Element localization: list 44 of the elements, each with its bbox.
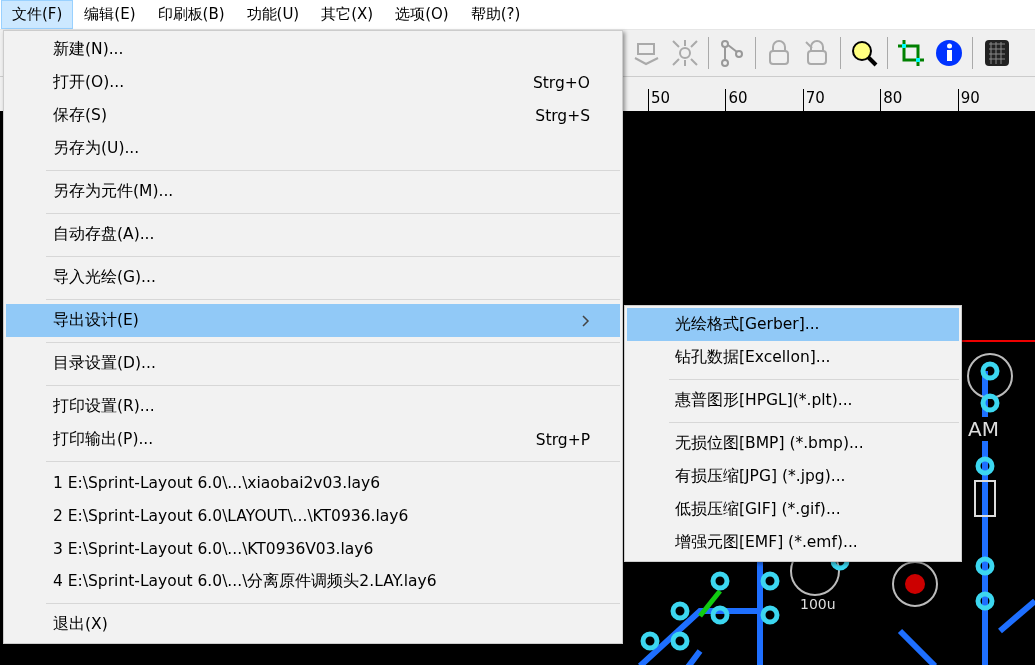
ruler-label: 60: [725, 89, 803, 111]
menu-item[interactable]: 4 E:\Sprint-Layout 6.0\...\分离原件调频头2.LAY.lay6: [6, 565, 620, 598]
ruler-label: 70: [802, 89, 881, 111]
menu-tab[interactable]: 印刷板(B): [146, 0, 236, 29]
ruler-label: 80: [880, 89, 958, 111]
crop-icon[interactable]: [896, 38, 926, 68]
pcb-label: AM: [968, 417, 999, 441]
menu-item[interactable]: 1 E:\Sprint-Layout 6.0\...\xiaobai2v03.lay6: [6, 466, 620, 499]
menu-item[interactable]: 光绘格式[Gerber]...: [627, 308, 959, 341]
menu-item[interactable]: 新建(N)...: [6, 33, 620, 66]
menu-item[interactable]: 打印输出(P)... Strg+P: [6, 423, 620, 456]
shortcut-label: Strg+P: [535, 430, 590, 449]
menu-item[interactable]: 3 E:\Sprint-Layout 6.0\...\KT0936V03.lay6: [6, 532, 620, 565]
menu-item[interactable]: 退出(X): [6, 608, 620, 641]
menu-tab[interactable]: 选项(O): [384, 0, 460, 29]
pcb-label: 100u: [800, 596, 836, 612]
chevron-right-icon: [582, 314, 590, 327]
menu-item[interactable]: 惠普图形[HPGL](*.plt)...: [627, 384, 959, 417]
menu-tab[interactable]: 其它(X): [310, 0, 385, 29]
menu-item[interactable]: 有损压缩[JPG] (*.jpg)...: [627, 460, 959, 493]
menu-item[interactable]: 低损压缩[GIF] (*.gif)...: [627, 493, 959, 526]
menu-item[interactable]: 2 E:\Sprint-Layout 6.0\LAYOUT\...\KT0936.lay6: [6, 499, 620, 532]
shortcut-label: Strg+S: [535, 106, 590, 125]
menu-item[interactable]: 打印设置(R)...: [6, 390, 620, 423]
menu-item[interactable]: 另存为元件(M)...: [6, 175, 620, 208]
menu-tab[interactable]: 编辑(E): [73, 0, 147, 29]
menu-item[interactable]: 钻孔数据[Excellon]...: [627, 341, 959, 374]
menu-item[interactable]: 打开(O)... Strg+O: [6, 66, 620, 99]
menu-item[interactable]: 导出设计(E): [6, 304, 620, 337]
zoom-icon[interactable]: [849, 38, 879, 68]
menu-tab[interactable]: 功能(U): [235, 0, 311, 29]
info-icon[interactable]: [934, 38, 964, 68]
menu-item[interactable]: 无损位图[BMP] (*.bmp)...: [627, 427, 959, 460]
shortcut-label: Strg+O: [532, 73, 590, 92]
menu-item[interactable]: 目录设置(D)...: [6, 347, 620, 380]
menu-item[interactable]: 另存为(U)...: [6, 132, 620, 165]
menu-tab[interactable]: 帮助(?): [459, 0, 532, 29]
menu-item[interactable]: 增强元图[EMF] (*.emf)...: [627, 526, 959, 559]
ruler-label: 90: [957, 89, 1035, 111]
menu-item[interactable]: 导入光绘(G)...: [6, 261, 620, 294]
ruler-label: 50: [648, 89, 726, 111]
menu-tab[interactable]: 文件(F): [1, 0, 74, 29]
menu-item[interactable]: 保存(S) Strg+S: [6, 99, 620, 132]
menu-item[interactable]: 自动存盘(A)...: [6, 218, 620, 251]
